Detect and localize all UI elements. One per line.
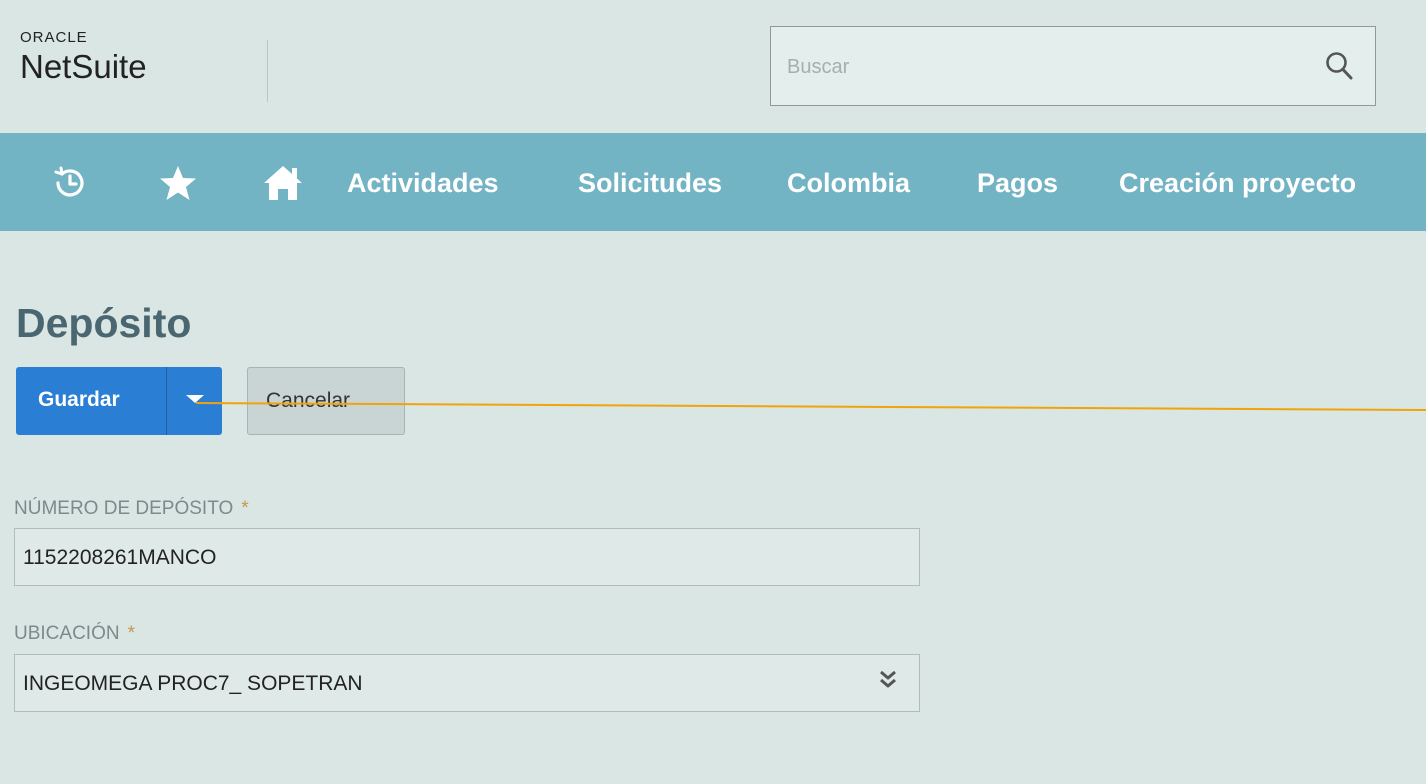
netsuite-logo[interactable]: ORACLE NetSuite <box>20 30 147 86</box>
location-value: INGEOMEGA PROC7_ SOPETRAN <box>23 672 363 695</box>
required-mark: * <box>241 498 249 519</box>
star-icon[interactable] <box>158 163 198 203</box>
header-divider <box>267 40 268 102</box>
main-nav: Actividades Solicitudes Colombia Pagos C… <box>0 133 1426 231</box>
search-icon[interactable] <box>1325 51 1353 81</box>
deposit-number-label-text: NÚMERO DE DEPÓSITO <box>14 498 234 519</box>
annotation-line <box>196 402 1426 411</box>
recent-history-icon[interactable] <box>50 163 90 203</box>
nav-item-colombia[interactable]: Colombia <box>787 165 910 201</box>
required-mark: * <box>127 623 135 644</box>
home-icon[interactable] <box>262 163 302 203</box>
location-label-text: UBICACIÓN <box>14 623 120 644</box>
location-label: UBICACIÓN * <box>14 622 135 646</box>
logo-oracle-text: ORACLE <box>20 29 88 46</box>
save-button[interactable]: Guardar <box>16 367 222 435</box>
location-select[interactable]: INGEOMEGA PROC7_ SOPETRAN <box>14 654 920 712</box>
global-search <box>770 26 1376 106</box>
deposit-number-value: 1152208261MANCO <box>23 546 217 569</box>
nav-item-pagos[interactable]: Pagos <box>977 165 1058 201</box>
deposit-number-field[interactable]: 1152208261MANCO <box>14 528 920 586</box>
nav-item-creacion-proyecto[interactable]: Creación proyecto <box>1119 165 1356 201</box>
page-title: Depósito <box>16 300 192 346</box>
double-chevron-down-icon[interactable] <box>879 669 897 691</box>
search-input[interactable] <box>785 47 1289 87</box>
deposit-number-label: NÚMERO DE DEPÓSITO * <box>14 497 249 521</box>
nav-item-solicitudes[interactable]: Solicitudes <box>578 165 722 201</box>
header: ORACLE NetSuite <box>0 0 1426 133</box>
logo-netsuite-text: NetSuite <box>20 48 147 85</box>
save-button-label: Guardar <box>38 388 120 411</box>
nav-item-actividades[interactable]: Actividades <box>347 165 499 201</box>
